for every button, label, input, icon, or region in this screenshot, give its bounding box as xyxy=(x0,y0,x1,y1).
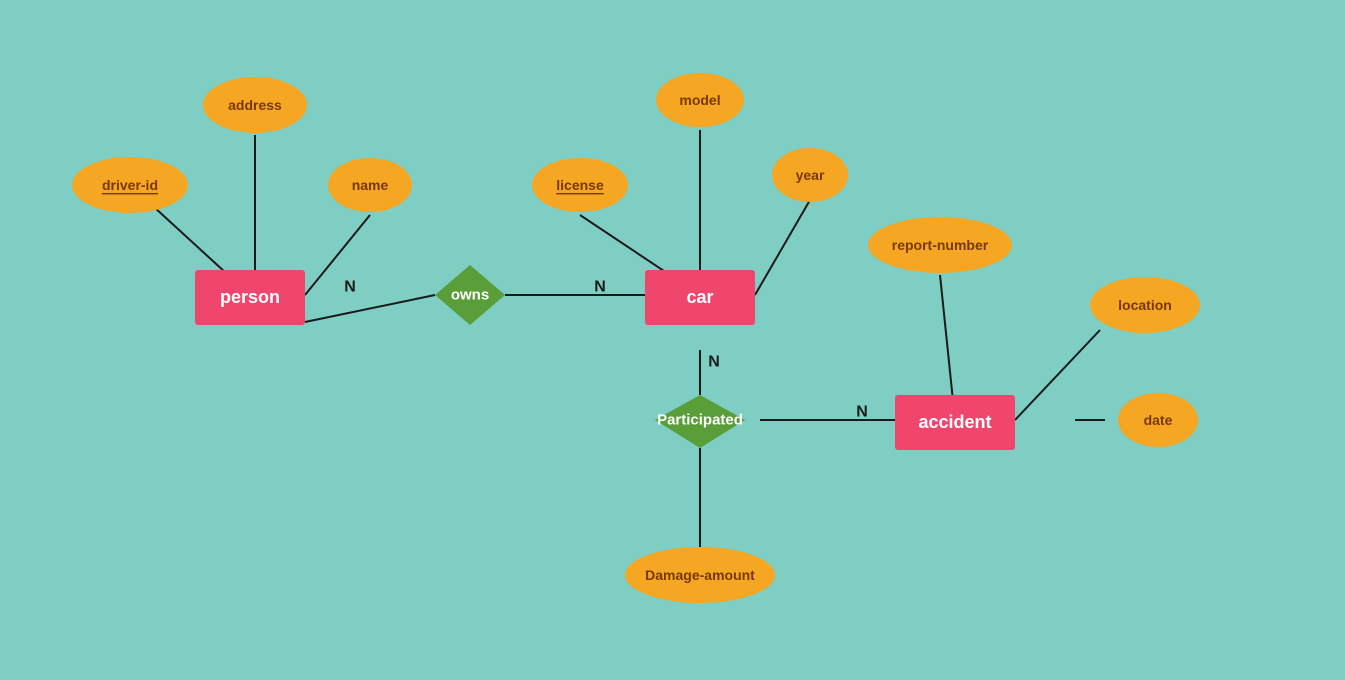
attr-damage-amount-label: Damage-amount xyxy=(645,567,755,583)
relationship-participated-label: Participated xyxy=(657,412,743,429)
connector-location xyxy=(1015,330,1100,420)
attr-report-number-label: report-number xyxy=(892,237,989,253)
relationship-owns-label: owns xyxy=(451,287,489,304)
cardinality-owns-car: N xyxy=(594,279,606,296)
attr-year-label: year xyxy=(796,167,825,183)
attr-location-label: location xyxy=(1118,297,1172,313)
attr-license-label: license xyxy=(556,177,604,193)
attr-model-label: model xyxy=(679,92,720,108)
attr-address-label: address xyxy=(228,97,282,113)
cardinality-participated-accident: N xyxy=(856,404,868,421)
attr-date-label: date xyxy=(1144,412,1173,428)
entity-car-label: car xyxy=(686,287,713,307)
er-diagram: N N N N driver-id address name license m… xyxy=(0,0,1345,680)
connector-year xyxy=(755,200,810,295)
entity-person-label: person xyxy=(220,287,280,307)
entity-accident-label: accident xyxy=(918,412,991,432)
connector-name xyxy=(305,215,370,295)
attr-name-label: name xyxy=(352,177,389,193)
connector-person-owns xyxy=(305,295,435,322)
attr-driver-id-label: driver-id xyxy=(102,177,158,193)
cardinality-car-participated: N xyxy=(708,354,720,371)
cardinality-person-owns: N xyxy=(344,279,356,296)
